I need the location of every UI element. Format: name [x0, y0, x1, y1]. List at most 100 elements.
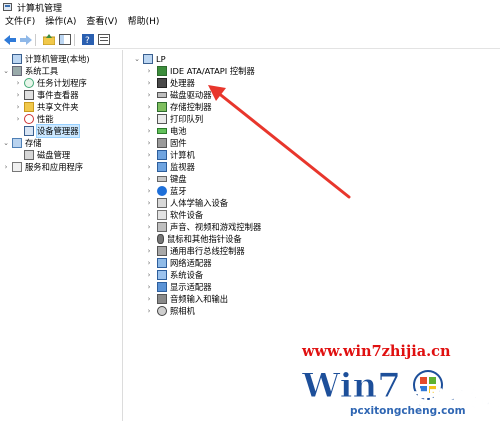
tree-item-event-viewer[interactable]: › 事件查看器: [14, 89, 79, 101]
device-root[interactable]: ⌄ LP: [133, 53, 166, 65]
toolbar-separator: [74, 33, 75, 46]
expand-chevron-icon[interactable]: ›: [145, 67, 153, 75]
device-category[interactable]: › 音频输入和输出: [145, 293, 228, 305]
tree-item-disk-management[interactable]: 磁盘管理: [14, 149, 70, 161]
device-category[interactable]: › 固件: [145, 137, 187, 149]
tree-item-performance[interactable]: › 性能: [14, 113, 54, 125]
device-category[interactable]: › 软件设备: [145, 209, 203, 221]
expand-chevron-icon[interactable]: ›: [14, 91, 22, 99]
device-category[interactable]: › 人体学输入设备: [145, 197, 228, 209]
expand-chevron-icon[interactable]: ›: [145, 235, 153, 243]
battery-icon: [157, 128, 167, 134]
device-category[interactable]: › 显示适配器: [145, 281, 212, 293]
network-adapter-icon: [157, 258, 167, 268]
system-device-icon: [157, 270, 167, 280]
device-category[interactable]: › 网络适配器: [145, 257, 212, 269]
menu-action[interactable]: 操作(A): [40, 14, 81, 31]
expand-chevron-icon[interactable]: ›: [145, 187, 153, 195]
up-level-button[interactable]: [42, 34, 55, 46]
expand-chevron-icon[interactable]: ›: [145, 271, 153, 279]
device-category[interactable]: › 处理器: [145, 77, 195, 89]
collapse-chevron-icon[interactable]: ⌄: [2, 139, 10, 147]
device-category[interactable]: › 蓝牙: [145, 185, 187, 197]
camera-icon: [157, 306, 167, 316]
expand-chevron-icon[interactable]: ›: [145, 115, 153, 123]
tree-item-system-tools[interactable]: ⌄ 系统工具: [2, 65, 58, 77]
expand-chevron-icon[interactable]: ›: [2, 163, 10, 171]
title-bar: 计算机管理: [0, 0, 500, 14]
device-category[interactable]: › 监视器: [145, 161, 195, 173]
help-icon: ?: [81, 34, 94, 45]
folder-up-icon: [42, 34, 55, 45]
expand-chevron-icon[interactable]: ›: [145, 151, 153, 159]
expand-chevron-icon[interactable]: ›: [145, 103, 153, 111]
expand-chevron-icon[interactable]: ›: [145, 91, 153, 99]
tree-item-device-manager[interactable]: 设备管理器: [14, 124, 80, 138]
forward-arrow-icon: [19, 34, 32, 45]
menu-file[interactable]: 文件(F): [0, 14, 40, 31]
tree-item-shared-folders[interactable]: › 共享文件夹: [14, 101, 79, 113]
tree-item-storage[interactable]: ⌄ 存储: [2, 137, 42, 149]
watermark-url: www.win7zhijia.cn: [302, 343, 451, 360]
menu-help[interactable]: 帮助(H): [123, 14, 165, 31]
back-button[interactable]: [3, 34, 16, 46]
tree-item-task-scheduler[interactable]: › 任务计划程序: [14, 77, 87, 89]
expand-chevron-icon[interactable]: ›: [145, 79, 153, 87]
expand-chevron-icon[interactable]: ›: [145, 211, 153, 219]
expand-chevron-icon[interactable]: ›: [145, 283, 153, 291]
computer-icon: [12, 54, 22, 64]
device-category[interactable]: › 键盘: [145, 173, 187, 185]
expand-chevron-icon[interactable]: ›: [145, 259, 153, 267]
tree-root[interactable]: 计算机管理(本地): [2, 53, 90, 65]
computer-icon: [143, 54, 153, 64]
device-category[interactable]: › 通用串行总线控制器: [145, 245, 245, 257]
toolbar-separator: [35, 33, 36, 46]
forward-button[interactable]: [19, 34, 32, 46]
firmware-icon: [157, 138, 167, 148]
expand-chevron-icon[interactable]: ›: [145, 139, 153, 147]
device-category[interactable]: › 声音、视频和游戏控制器: [145, 221, 261, 233]
svg-text:?: ?: [85, 36, 90, 45]
properties-button[interactable]: [97, 34, 110, 46]
device-category[interactable]: › 计算机: [145, 149, 195, 161]
device-manager-icon: [24, 126, 34, 136]
services-icon: [12, 162, 22, 172]
keyboard-icon: [157, 176, 167, 182]
disk-management-icon: [24, 150, 34, 160]
expand-chevron-icon[interactable]: ›: [14, 103, 22, 111]
mouse-icon: [157, 234, 164, 244]
collapse-chevron-icon[interactable]: ⌄: [2, 67, 10, 75]
disk-drive-icon: [157, 92, 167, 98]
device-category[interactable]: › 存储控制器: [145, 101, 212, 113]
expand-chevron-icon[interactable]: ›: [14, 79, 22, 87]
device-category[interactable]: › 磁盘驱动器: [145, 89, 212, 101]
toolbar: ?: [0, 31, 500, 49]
menu-view[interactable]: 查看(V): [81, 14, 122, 31]
device-category[interactable]: › 电池: [145, 125, 187, 137]
hid-icon: [157, 198, 167, 208]
expand-chevron-icon[interactable]: ›: [145, 175, 153, 183]
tree-item-services-apps[interactable]: › 服务和应用程序: [2, 161, 83, 173]
menu-bar: 文件(F) 操作(A) 查看(V) 帮助(H): [0, 14, 500, 31]
expand-chevron-icon[interactable]: ›: [14, 115, 22, 123]
expand-chevron-icon[interactable]: ›: [145, 247, 153, 255]
console-tree-icon: [58, 34, 71, 45]
expand-chevron-icon[interactable]: ›: [145, 307, 153, 315]
help-button[interactable]: ?: [81, 34, 94, 46]
device-category[interactable]: › 打印队列: [145, 113, 203, 125]
collapse-chevron-icon[interactable]: ⌄: [133, 55, 141, 63]
device-category[interactable]: › IDE ATA/ATAPI 控制器: [145, 65, 255, 77]
expand-chevron-icon[interactable]: ›: [145, 223, 153, 231]
expand-chevron-icon[interactable]: ›: [145, 163, 153, 171]
expand-chevron-icon[interactable]: ›: [145, 295, 153, 303]
device-category[interactable]: › 系统设备: [145, 269, 203, 281]
audio-io-icon: [157, 294, 167, 304]
device-category[interactable]: › 照相机: [145, 305, 195, 317]
display-adapter-icon: [157, 282, 167, 292]
show-hide-tree-button[interactable]: [58, 34, 71, 46]
expand-chevron-icon[interactable]: ›: [145, 127, 153, 135]
expand-chevron-icon[interactable]: ›: [145, 199, 153, 207]
usb-icon: [157, 246, 167, 256]
device-category[interactable]: › 鼠标和其他指针设备: [145, 233, 242, 245]
folder-icon: [24, 102, 34, 112]
